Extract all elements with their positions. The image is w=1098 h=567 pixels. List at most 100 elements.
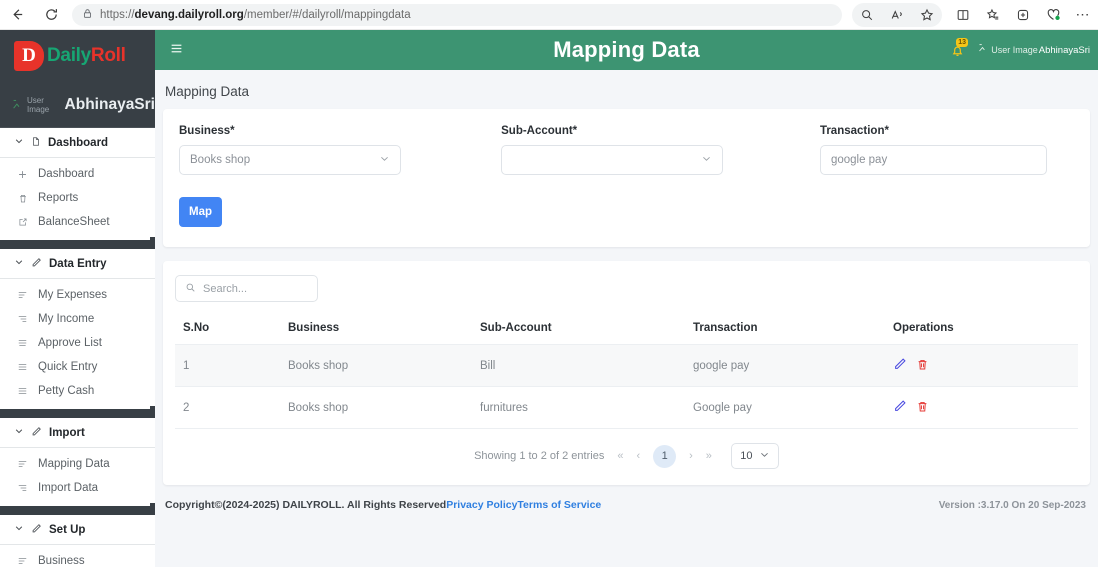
sidebar-item-quick-entry[interactable]: Quick Entry (0, 355, 155, 379)
header-right: 13 User Image AbhinayaSri (950, 40, 1098, 60)
terms-of-service-link[interactable]: Terms of Service (517, 499, 601, 511)
footer-version: Version :3.17.0 On 20 Sep-2023 (939, 500, 1086, 511)
mapping-form-card: Business* Books shop Sub-Account* (163, 109, 1090, 247)
browser-essentials-icon[interactable] (1038, 0, 1068, 30)
sidebar-section-import[interactable]: Import (0, 418, 155, 448)
column-header-sub-account: Sub-Account (480, 316, 693, 345)
notification-badge: 13 (956, 38, 968, 47)
transaction-label: Transaction* (820, 125, 1074, 137)
sidebar-section-label: Import (49, 427, 85, 439)
search-placeholder: Search... (203, 283, 247, 295)
sidebar-section-data-entry[interactable]: Data Entry (0, 249, 155, 279)
delete-row-icon[interactable] (916, 358, 929, 374)
table-head: S.No Business Sub-Account Transaction Op… (175, 316, 1078, 345)
map-button[interactable]: Map (179, 197, 222, 227)
sidebar-section-setup[interactable]: Set Up (0, 515, 155, 545)
app-logo[interactable]: D DailyRoll (0, 30, 155, 82)
cell-business: Books shop (288, 387, 480, 429)
search-icon (185, 282, 196, 296)
column-header-operations: Operations (893, 316, 1078, 345)
form-row: Business* Books shop Sub-Account* (179, 125, 1074, 175)
trash-icon (16, 193, 29, 204)
collections-icon[interactable] (978, 0, 1008, 30)
column-header-business: Business (288, 316, 480, 345)
sub-account-label: Sub-Account* (501, 125, 755, 137)
sidebar-divider (0, 409, 155, 418)
chevron-down-icon (701, 153, 712, 167)
search-icon[interactable] (852, 0, 882, 30)
sub-account-select[interactable] (501, 145, 723, 175)
sidebar-item-import-data[interactable]: Import Data (0, 476, 155, 500)
sidebar-item-approve-list[interactable]: Approve List (0, 331, 155, 355)
business-select[interactable]: Books shop (179, 145, 401, 175)
header-username: AbhinayaSri (1039, 45, 1090, 56)
pagination-last[interactable]: » (706, 450, 712, 462)
sub-account-field: Sub-Account* (501, 125, 755, 175)
list-icon (16, 459, 29, 469)
sidebar-item-label: Mapping Data (38, 458, 110, 470)
mapping-table-card: Search... S.No Business Sub-Account Tran… (163, 261, 1090, 485)
sidebar-item-label: Business (38, 555, 85, 567)
chevron-down-icon (759, 449, 770, 463)
sidebar-item-dashboard[interactable]: Dashboard (0, 162, 155, 186)
edit-row-icon[interactable] (893, 357, 907, 374)
chevron-down-icon (14, 257, 24, 270)
cell-sno: 1 (175, 345, 288, 387)
sidebar-item-my-income[interactable]: My Income (0, 307, 155, 331)
pagination-next[interactable]: › (689, 450, 693, 462)
cell-sub-account: Bill (480, 345, 693, 387)
broken-image-icon (978, 41, 990, 59)
notification-bell-icon[interactable]: 13 (950, 40, 968, 60)
sidebar-section-dashboard[interactable]: Dashboard (0, 128, 155, 158)
main-content: Mapping Data Business* Books shop Sub-Ac… (155, 70, 1098, 567)
sidebar-item-business[interactable]: Business (0, 549, 155, 567)
split-screen-icon[interactable] (948, 0, 978, 30)
column-header-transaction: Transaction (693, 316, 893, 345)
sidebar-item-reports[interactable]: Reports (0, 186, 155, 210)
pagination-first[interactable]: « (617, 450, 623, 462)
sidebar-item-petty-cash[interactable]: Petty Cash (0, 379, 155, 403)
header-user-menu[interactable]: User Image AbhinayaSri (978, 41, 1090, 59)
browser-toolbar: https://devang.dailyroll.org/member/#/da… (0, 0, 1098, 30)
sidebar-user[interactable]: User Image AbhinayaSri (0, 82, 155, 128)
sidebar-username: AbhinayaSri (65, 96, 155, 114)
sidebar-item-label: BalanceSheet (38, 216, 110, 228)
pencil-icon (31, 426, 42, 440)
sidebar-divider (0, 240, 155, 249)
chevron-down-icon (14, 523, 24, 536)
sidebar-item-label: Reports (38, 192, 78, 204)
delete-row-icon[interactable] (916, 400, 929, 416)
edit-row-icon[interactable] (893, 399, 907, 416)
address-bar[interactable]: https://devang.dailyroll.org/member/#/da… (72, 4, 842, 26)
favorite-star-icon[interactable] (912, 0, 942, 30)
chevron-down-icon (14, 136, 24, 149)
back-button[interactable] (0, 0, 34, 30)
sidebar-section-import-body: Mapping Data Import Data (0, 448, 155, 506)
list-icon (16, 556, 29, 566)
extensions-icon[interactable] (1008, 0, 1038, 30)
sidebar-section-data-entry-body: My Expenses My Income Approve List Quick… (0, 279, 155, 409)
sidebar-item-my-expenses[interactable]: My Expenses (0, 283, 155, 307)
pagination-page-1[interactable]: 1 (653, 445, 676, 468)
more-options-icon[interactable]: ⋯ (1068, 0, 1098, 30)
sidebar-item-label: Quick Entry (38, 361, 97, 373)
browser-actions: ⋯ (852, 0, 1098, 30)
mapping-table: S.No Business Sub-Account Transaction Op… (175, 316, 1078, 429)
table-header-row: S.No Business Sub-Account Transaction Op… (175, 316, 1078, 345)
sidebar-item-mapping-data[interactable]: Mapping Data (0, 452, 155, 476)
sidebar-item-balancesheet[interactable]: BalanceSheet (0, 210, 155, 234)
pagination-prev[interactable]: ‹ (636, 450, 640, 462)
search-input[interactable]: Search... (175, 275, 318, 302)
sidebar-item-label: My Income (38, 313, 94, 325)
broken-image-icon (12, 98, 25, 111)
privacy-policy-link[interactable]: Privacy Policy (446, 499, 517, 511)
transaction-input[interactable]: google pay (820, 145, 1047, 175)
hamburger-menu-icon[interactable] (169, 42, 184, 58)
sidebar-section-setup-body: Business (0, 545, 155, 567)
breadcrumb: Mapping Data (155, 70, 1098, 109)
page-size-select[interactable]: 10 (731, 443, 779, 469)
reload-button[interactable] (34, 0, 68, 30)
cell-operations (893, 345, 1078, 387)
url-text: https://devang.dailyroll.org/member/#/da… (100, 9, 411, 21)
read-aloud-icon[interactable] (882, 0, 912, 30)
